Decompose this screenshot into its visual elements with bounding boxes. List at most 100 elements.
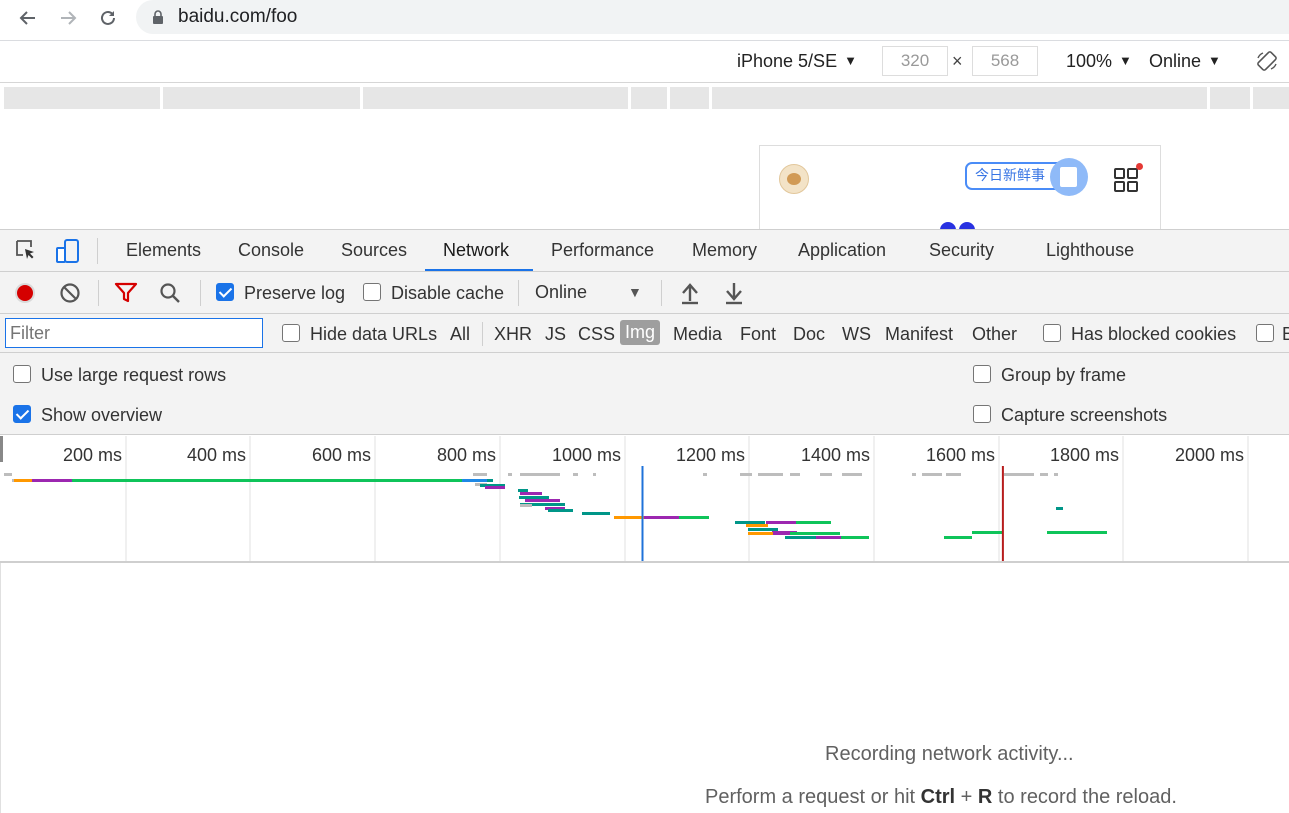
baidu-logo-icon xyxy=(940,222,980,229)
capture-screenshots-checkbox[interactable] xyxy=(973,405,991,423)
tab-network[interactable]: Network xyxy=(443,240,509,261)
filter-type-doc[interactable]: Doc xyxy=(793,324,825,345)
large-rows-checkbox[interactable] xyxy=(13,365,31,383)
caret-down-icon[interactable]: ▼ xyxy=(628,284,642,300)
device-toggle-icon[interactable] xyxy=(55,238,81,264)
caret-down-icon: ▼ xyxy=(1119,53,1132,68)
request-bar xyxy=(842,473,862,476)
blocked-requests-label: B xyxy=(1282,324,1289,344)
show-overview-checkbox[interactable] xyxy=(13,405,31,423)
overview-tick-label: 1000 ms xyxy=(552,445,621,465)
clear-icon[interactable] xyxy=(58,281,82,305)
filter-type-manifest[interactable]: Manifest xyxy=(885,324,953,345)
tab-sources[interactable]: Sources xyxy=(341,240,407,261)
filter-type-media[interactable]: Media xyxy=(673,324,722,345)
record-icon[interactable] xyxy=(13,281,37,305)
network-overview[interactable]: 200 ms 400 ms 600 ms 800 ms 1000 ms 1200 ms 14… xyxy=(0,436,1289,563)
request-bar xyxy=(518,489,528,492)
filter-type-font[interactable]: Font xyxy=(740,324,776,345)
request-bar xyxy=(820,473,832,476)
back-button[interactable] xyxy=(13,3,43,33)
toolbar-divider xyxy=(98,280,99,306)
media-query-segment[interactable] xyxy=(670,87,709,109)
mobile-page: 今日新鲜事 xyxy=(759,145,1161,229)
filter-icon[interactable] xyxy=(114,281,138,305)
news-document-icon[interactable] xyxy=(1050,158,1088,196)
height-input[interactable]: 568 xyxy=(972,46,1038,76)
filter-type-all[interactable]: All xyxy=(450,324,470,345)
media-query-segment[interactable] xyxy=(4,87,160,109)
import-har-icon[interactable] xyxy=(679,281,701,305)
media-query-segment[interactable] xyxy=(1210,87,1250,109)
group-by-frame-checkbox[interactable] xyxy=(973,365,991,383)
filter-type-js[interactable]: JS xyxy=(545,324,566,345)
tab-elements[interactable]: Elements xyxy=(126,240,201,261)
filter-type-other[interactable]: Other xyxy=(972,324,1017,345)
device-throttle-select[interactable]: Online ▼ xyxy=(1149,51,1221,72)
filter-type-css[interactable]: CSS xyxy=(578,324,615,345)
request-bar xyxy=(679,516,709,519)
blocked-requests-checkbox[interactable] xyxy=(1256,324,1274,342)
request-bar xyxy=(593,473,596,476)
request-bar xyxy=(487,479,493,482)
media-query-segment[interactable] xyxy=(712,87,1207,109)
media-query-segment[interactable] xyxy=(163,87,360,109)
bear-avatar-icon[interactable] xyxy=(779,164,809,194)
tab-console[interactable]: Console xyxy=(238,240,304,261)
tab-performance[interactable]: Performance xyxy=(551,240,654,261)
overview-timeline[interactable]: 200 ms 400 ms 600 ms 800 ms 1000 ms 1200 ms 14… xyxy=(0,436,1289,561)
filter-type-ws[interactable]: WS xyxy=(842,324,871,345)
tab-memory[interactable]: Memory xyxy=(692,240,757,261)
overview-tick-label: 800 ms xyxy=(437,445,496,465)
preserve-log-checkbox[interactable] xyxy=(216,283,234,301)
show-overview-label: Show overview xyxy=(41,405,163,425)
request-bar xyxy=(740,473,752,476)
overview-tick-label: 2000 ms xyxy=(1175,445,1244,465)
apps-grid-icon[interactable] xyxy=(1113,167,1139,193)
has-blocked-cookies-checkbox[interactable] xyxy=(1043,324,1061,342)
request-bar xyxy=(72,479,462,482)
request-bar xyxy=(748,532,773,535)
width-input[interactable]: 320 xyxy=(882,46,948,76)
tab-application[interactable]: Application xyxy=(798,240,886,261)
news-label: 今日新鲜事 xyxy=(975,168,1045,184)
filter-type-img[interactable]: Img xyxy=(620,320,661,345)
overview-tick-label: 600 ms xyxy=(312,445,371,465)
throttling-select[interactable]: Online xyxy=(535,282,587,303)
search-icon[interactable] xyxy=(158,281,182,305)
hide-data-urls-checkbox[interactable] xyxy=(282,324,300,342)
overview-tick-label: 1600 ms xyxy=(926,445,995,465)
forward-button[interactable] xyxy=(53,3,83,33)
omnibox[interactable]: baidu.com/foo xyxy=(136,0,1289,34)
request-bar xyxy=(520,473,560,476)
active-tab-indicator xyxy=(425,269,533,271)
device-toolbar: iPhone 5/SE ▼ 320 × 568 100% ▼ Online ▼ xyxy=(0,41,1289,83)
media-query-segment[interactable] xyxy=(1253,87,1289,109)
request-bar xyxy=(946,473,961,476)
reload-button[interactable] xyxy=(93,3,123,33)
media-query-segment[interactable] xyxy=(631,87,667,109)
device-select[interactable]: iPhone 5/SE ▼ xyxy=(737,51,857,72)
request-bar xyxy=(582,512,610,515)
filter-input[interactable] xyxy=(5,318,263,348)
export-har-icon[interactable] xyxy=(723,281,745,305)
request-bar xyxy=(519,496,549,499)
filter-type-xhr[interactable]: XHR xyxy=(494,324,532,345)
request-bar xyxy=(1040,473,1048,476)
request-bar xyxy=(1056,507,1063,510)
disable-cache-checkbox[interactable] xyxy=(363,283,381,301)
reload-icon xyxy=(101,10,115,25)
tab-security[interactable]: Security xyxy=(929,240,994,261)
media-query-segment[interactable] xyxy=(363,87,628,109)
inspect-element-icon[interactable] xyxy=(14,238,38,262)
has-blocked-cookies-label: Has blocked cookies xyxy=(1071,324,1237,344)
request-bar xyxy=(790,532,840,535)
network-toolbar: Preserve log Disable cache Online ▼ xyxy=(0,272,1289,314)
request-bar xyxy=(520,492,542,495)
zoom-select[interactable]: 100% ▼ xyxy=(1066,51,1132,72)
rotate-icon[interactable] xyxy=(1256,50,1278,72)
request-bar xyxy=(912,473,916,476)
capture-screenshots-label: Capture screenshots xyxy=(1001,405,1168,425)
request-bar xyxy=(614,516,644,519)
tab-lighthouse[interactable]: Lighthouse xyxy=(1046,240,1134,261)
